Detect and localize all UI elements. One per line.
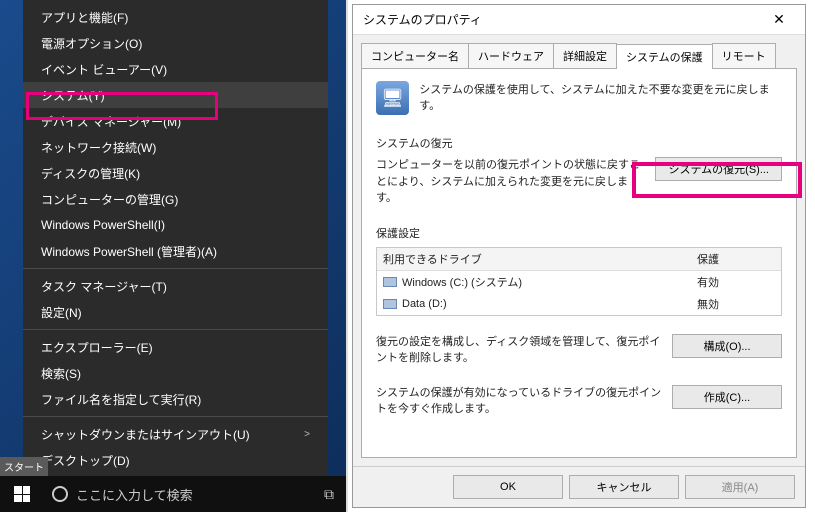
menu-item-label: イベント ビューアー(V) <box>41 61 167 78</box>
menu-item-14[interactable]: エクスプローラー(E) <box>23 334 328 360</box>
tab-2[interactable]: 詳細設定 <box>553 43 617 68</box>
tab-1[interactable]: ハードウェア <box>468 43 554 68</box>
menu-item-label: ネットワーク接続(W) <box>41 139 156 156</box>
dialog-area: システムのプロパティ ✕ コンピューター名ハードウェア詳細設定システムの保護リモ… <box>346 0 810 512</box>
cancel-button[interactable]: キャンセル <box>569 475 679 499</box>
col-drive: 利用できるドライブ <box>377 248 691 270</box>
windows-logo-icon <box>14 486 30 502</box>
ok-button[interactable]: OK <box>453 475 563 499</box>
menu-item-15[interactable]: 検索(S) <box>23 360 328 386</box>
menu-item-label: アプリと機能(F) <box>41 9 128 26</box>
menu-item-label: Windows PowerShell (管理者)(A) <box>41 243 217 260</box>
search-box[interactable]: ここに入力して検索 <box>44 476 312 512</box>
menu-item-label: 設定(N) <box>41 304 82 321</box>
chevron-right-icon: > <box>304 429 310 440</box>
taskview-icon[interactable]: ⧉ <box>312 486 346 503</box>
group-title-restore: システムの復元 <box>376 135 782 151</box>
system-restore-button[interactable]: システムの復元(S)... <box>655 157 782 181</box>
drive-icon <box>383 277 397 287</box>
apply-button[interactable]: 適用(A) <box>685 475 795 499</box>
drive-name: Windows (C:) (システム) <box>402 274 522 290</box>
group-title-protection: 保護設定 <box>376 225 782 241</box>
desktop-left: アプリと機能(F) 電源オプション(O) イベント ビューアー(V) システム(Y) デ… <box>0 0 346 512</box>
configure-button[interactable]: 構成(O)... <box>672 334 782 358</box>
col-status: 保護 <box>691 248 781 270</box>
menu-item-6[interactable]: ディスクの管理(K) <box>23 160 328 186</box>
menu-separator <box>23 268 328 269</box>
menu-item-label: コンピューターの管理(G) <box>41 191 178 208</box>
menu-item-7[interactable]: コンピューターの管理(G) <box>23 186 328 212</box>
create-text: システムの保護が有効になっているドライブの復元ポイントを今すぐ作成します。 <box>376 385 664 418</box>
dialog-title: システムのプロパティ <box>363 11 482 28</box>
menu-item-4[interactable]: デバイス マネージャー(M) <box>23 108 328 134</box>
drives-table[interactable]: 利用できるドライブ 保護 Windows (C:) (システム)有効Data (… <box>376 247 782 316</box>
menu-item-label: デバイス マネージャー(M) <box>41 113 181 130</box>
system-restore-group: システムの復元 コンピューターを以前の復元ポイントの状態に戻すことにより、システ… <box>376 135 782 207</box>
menu-item-11[interactable]: タスク マネージャー(T) <box>23 273 328 299</box>
tab-0[interactable]: コンピューター名 <box>361 43 469 68</box>
protection-settings-group: 保護設定 利用できるドライブ 保護 Windows (C:) (システム)有効D… <box>376 225 782 316</box>
taskbar: ここに入力して検索 ⧉ <box>0 476 346 512</box>
configure-text: 復元の設定を構成し、ディスク領域を管理して、復元ポイントを削除します。 <box>376 334 664 367</box>
start-button[interactable] <box>0 476 44 512</box>
table-row[interactable]: Windows (C:) (システム) 有効 <box>377 271 781 293</box>
shield-monitor-icon: 🖥 <box>376 81 409 115</box>
search-placeholder: ここに入力して検索 <box>76 485 193 504</box>
drive-icon <box>383 299 397 309</box>
menu-item-9[interactable]: Windows PowerShell (管理者)(A) <box>23 238 328 264</box>
menu-item-label: デスクトップ(D) <box>41 452 130 469</box>
tab-body: 🖥 システムの保護を使用して、システムに加えた不要な変更を元に戻します。 システ… <box>361 68 797 458</box>
restore-text: コンピューターを以前の復元ポイントの状態に戻すことにより、システムに加えられた変… <box>376 157 647 207</box>
drive-name: Data (D:) <box>402 298 447 310</box>
menu-item-label: ディスクの管理(K) <box>41 165 140 182</box>
table-row[interactable]: Data (D:) 無効 <box>377 293 781 315</box>
menu-item-0[interactable]: アプリと機能(F) <box>23 4 328 30</box>
header-text: システムの保護を使用して、システムに加えた不要な変更を元に戻します。 <box>419 81 782 113</box>
create-button[interactable]: 作成(C)... <box>672 385 782 409</box>
menu-item-label: ファイル名を指定して実行(R) <box>41 391 201 408</box>
menu-item-label: Windows PowerShell(I) <box>41 218 165 232</box>
menu-item-label: 電源オプション(O) <box>41 35 142 52</box>
tab-4[interactable]: リモート <box>712 43 776 68</box>
drive-status: 有効 <box>691 271 781 293</box>
drive-status: 無効 <box>691 293 781 315</box>
menu-item-16[interactable]: ファイル名を指定して実行(R) <box>23 386 328 412</box>
menu-item-5[interactable]: ネットワーク接続(W) <box>23 134 328 160</box>
cortana-icon <box>52 486 68 502</box>
menu-item-label: 検索(S) <box>41 365 81 382</box>
menu-separator <box>23 416 328 417</box>
menu-item-3[interactable]: システム(Y) <box>23 82 328 108</box>
tab-3[interactable]: システムの保護 <box>616 44 713 69</box>
menu-item-12[interactable]: 設定(N) <box>23 299 328 325</box>
system-properties-dialog: システムのプロパティ ✕ コンピューター名ハードウェア詳細設定システムの保護リモ… <box>352 4 806 508</box>
dialog-footer: OK キャンセル 適用(A) <box>353 466 805 507</box>
winx-menu: アプリと機能(F) 電源オプション(O) イベント ビューアー(V) システム(Y) デ… <box>23 0 328 477</box>
start-tooltip: スタート <box>0 457 48 476</box>
menu-item-label: システム(Y) <box>41 87 105 104</box>
menu-item-2[interactable]: イベント ビューアー(V) <box>23 56 328 82</box>
menu-item-label: タスク マネージャー(T) <box>41 278 167 295</box>
menu-item-label: エクスプローラー(E) <box>41 339 153 356</box>
menu-item-label: シャットダウンまたはサインアウト(U) <box>41 426 250 443</box>
close-button[interactable]: ✕ <box>759 7 799 33</box>
menu-item-1[interactable]: 電源オプション(O) <box>23 30 328 56</box>
menu-item-8[interactable]: Windows PowerShell(I) <box>23 212 328 238</box>
titlebar: システムのプロパティ ✕ <box>353 5 805 35</box>
tab-strip: コンピューター名ハードウェア詳細設定システムの保護リモート <box>353 35 805 68</box>
menu-separator <box>23 329 328 330</box>
menu-item-19[interactable]: デスクトップ(D) <box>23 447 328 473</box>
menu-item-18[interactable]: シャットダウンまたはサインアウト(U) > <box>23 421 328 447</box>
